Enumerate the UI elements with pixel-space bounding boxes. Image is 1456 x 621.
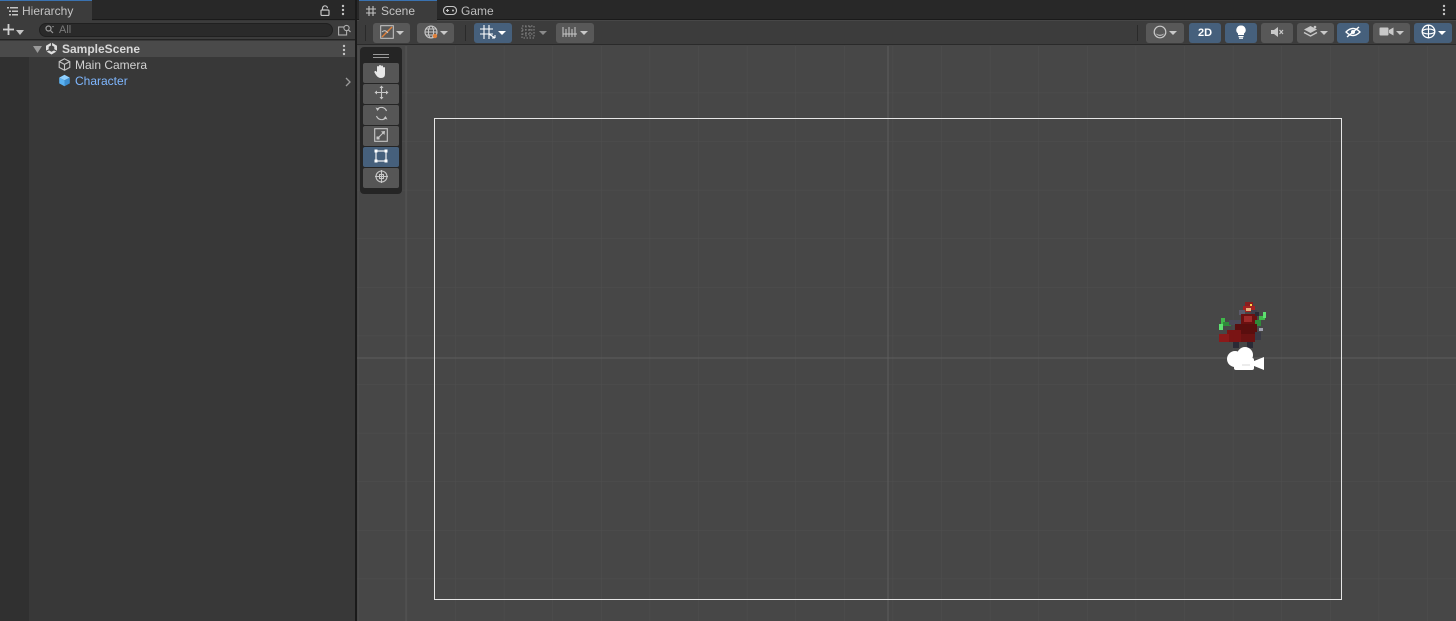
- panel-menu-icon[interactable]: [1437, 3, 1451, 17]
- gizmo-sphere-icon: [1421, 24, 1436, 42]
- create-button[interactable]: [3, 22, 29, 39]
- effects-button[interactable]: [1297, 23, 1334, 43]
- hierarchy-item-character[interactable]: Character: [0, 73, 355, 89]
- chevron-down-icon: [498, 31, 506, 35]
- scale-icon: [374, 127, 388, 145]
- hierarchy-tab-bar: Hierarchy: [0, 0, 355, 21]
- lightbulb-icon: [1236, 24, 1246, 42]
- scene-tab-bar: Scene Game: [357, 0, 1456, 21]
- tab-scene[interactable]: Scene: [359, 0, 437, 21]
- chevron-down-icon: [439, 31, 448, 35]
- layers-effects-icon: [1303, 25, 1318, 41]
- scene-grid-icon: [365, 5, 377, 17]
- shaded-sphere-icon: [1153, 25, 1167, 42]
- rect-transform-icon: [374, 149, 388, 166]
- chevron-down-icon: [395, 31, 404, 35]
- tool-hand[interactable]: [363, 63, 399, 83]
- scene-viewport[interactable]: [357, 46, 1456, 621]
- expand-arrow-icon[interactable]: [32, 44, 42, 54]
- scene-row[interactable]: SampleScene: [0, 41, 355, 57]
- lighting-toggle[interactable]: [1225, 23, 1257, 43]
- tab-game-label: Game: [461, 3, 494, 18]
- gameobject-icon: [58, 58, 71, 71]
- draw-mode-button[interactable]: [1146, 23, 1184, 43]
- mode-2d-button[interactable]: 2D: [1189, 23, 1221, 43]
- scene-menu-icon[interactable]: [337, 43, 350, 56]
- ruler-icon: [562, 26, 578, 41]
- unity-scene-icon: [45, 42, 58, 55]
- move-arrows-icon: [374, 85, 389, 103]
- panel-menu-icon[interactable]: [336, 3, 350, 17]
- mode-2d-label: 2D: [1197, 27, 1213, 39]
- hierarchy-list-icon: [6, 5, 18, 17]
- gizmos-button[interactable]: [1414, 23, 1452, 43]
- grid-snap-icon: [480, 24, 496, 42]
- hierarchy-panel: Hierarchy All SampleScene Main Camera Ch…: [0, 0, 355, 621]
- increment-snap-button[interactable]: [516, 23, 552, 43]
- speaker-muted-icon: [1270, 26, 1284, 41]
- search-field[interactable]: [39, 23, 333, 37]
- hierarchy-item-label: Main Camera: [75, 58, 148, 72]
- rotate-icon: [374, 106, 389, 124]
- toolbar-grip: [365, 25, 366, 41]
- hierarchy-item-main-camera[interactable]: Main Camera: [0, 57, 355, 73]
- chevron-right-icon[interactable]: [341, 75, 354, 88]
- eye-hidden-icon: [1345, 25, 1361, 41]
- search-icon: [45, 23, 55, 37]
- toolbar-separator: [1137, 25, 1138, 41]
- global-local-button[interactable]: [417, 23, 454, 43]
- audio-toggle[interactable]: [1261, 23, 1293, 43]
- palette-grip[interactable]: [363, 50, 399, 62]
- tab-game[interactable]: Game: [437, 0, 503, 21]
- toolbar-separator: [465, 25, 466, 41]
- gamepad-icon: [443, 5, 457, 17]
- tool-palette: [360, 47, 402, 194]
- scene-panel: Scene Game 2D: [357, 0, 1456, 621]
- tool-settings-button[interactable]: [373, 23, 410, 43]
- prefab-icon: [58, 74, 71, 87]
- chevron-down-icon: [580, 31, 588, 35]
- globe-icon: [423, 24, 438, 42]
- hierarchy-toolbar: [0, 21, 355, 40]
- grid-snapping-button[interactable]: [474, 23, 512, 43]
- scene-grid: [357, 46, 1456, 621]
- hidden-objects-toggle[interactable]: [1337, 23, 1369, 43]
- tool-settings-icon: [379, 24, 394, 42]
- tab-hierarchy-label: Hierarchy: [22, 4, 74, 18]
- tool-scale[interactable]: [363, 126, 399, 146]
- hierarchy-indent-strip: [0, 41, 29, 621]
- hand-icon: [374, 64, 388, 82]
- tool-rect[interactable]: [363, 147, 399, 167]
- plus-icon: [3, 23, 14, 38]
- camera-settings-button[interactable]: [1373, 23, 1410, 43]
- chevron-down-icon: [539, 31, 547, 35]
- tool-move[interactable]: [363, 84, 399, 104]
- increment-snap-icon: [521, 25, 537, 42]
- tool-rotate[interactable]: [363, 105, 399, 125]
- lock-icon[interactable]: [318, 3, 332, 17]
- scene-name: SampleScene: [62, 42, 141, 56]
- chevron-down-icon: [1396, 31, 1404, 35]
- tab-scene-label: Scene: [381, 4, 416, 18]
- search-options-icon[interactable]: [337, 23, 351, 37]
- transform-icon: [374, 169, 389, 187]
- chevron-down-icon: [1437, 31, 1446, 35]
- video-camera-icon: [1379, 26, 1394, 40]
- tool-transform[interactable]: [363, 168, 399, 188]
- chevron-down-icon: [16, 24, 24, 38]
- scene-toolbar: 2D: [357, 21, 1456, 45]
- ruler-button[interactable]: [556, 23, 594, 43]
- hierarchy-item-label: Character: [75, 74, 128, 88]
- camera-gizmo-icon[interactable]: [1224, 343, 1266, 373]
- search-input[interactable]: [59, 24, 309, 36]
- chevron-down-icon: [1169, 31, 1177, 35]
- tab-hierarchy[interactable]: Hierarchy: [0, 0, 92, 21]
- chevron-down-icon: [1320, 31, 1328, 35]
